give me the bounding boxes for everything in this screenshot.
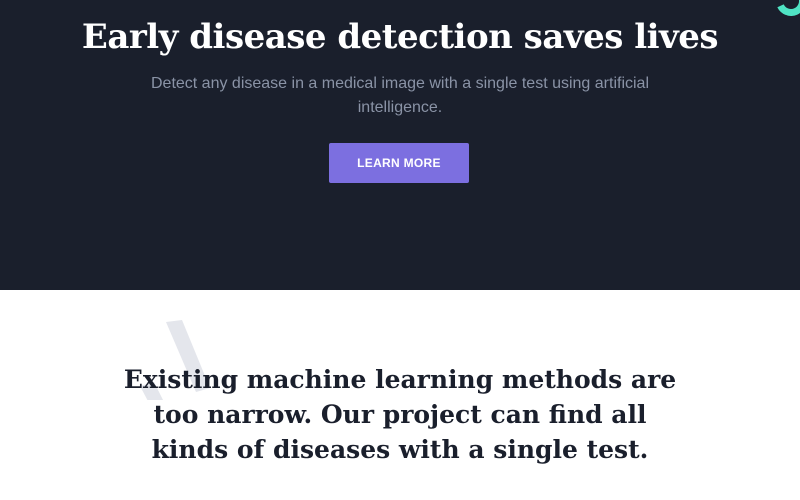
section-statement: Existing machine learning methods are to… [123, 365, 677, 464]
learn-more-button[interactable]: LEARN MORE [329, 143, 469, 183]
hero-subtitle: Detect any disease in a medical image wi… [150, 75, 650, 116]
hero-section: Early disease detection saves lives Dete… [0, 0, 800, 290]
problem-statement-section: Existing machine learning methods are to… [0, 290, 800, 500]
hero-title: Early disease detection saves lives [81, 17, 719, 57]
